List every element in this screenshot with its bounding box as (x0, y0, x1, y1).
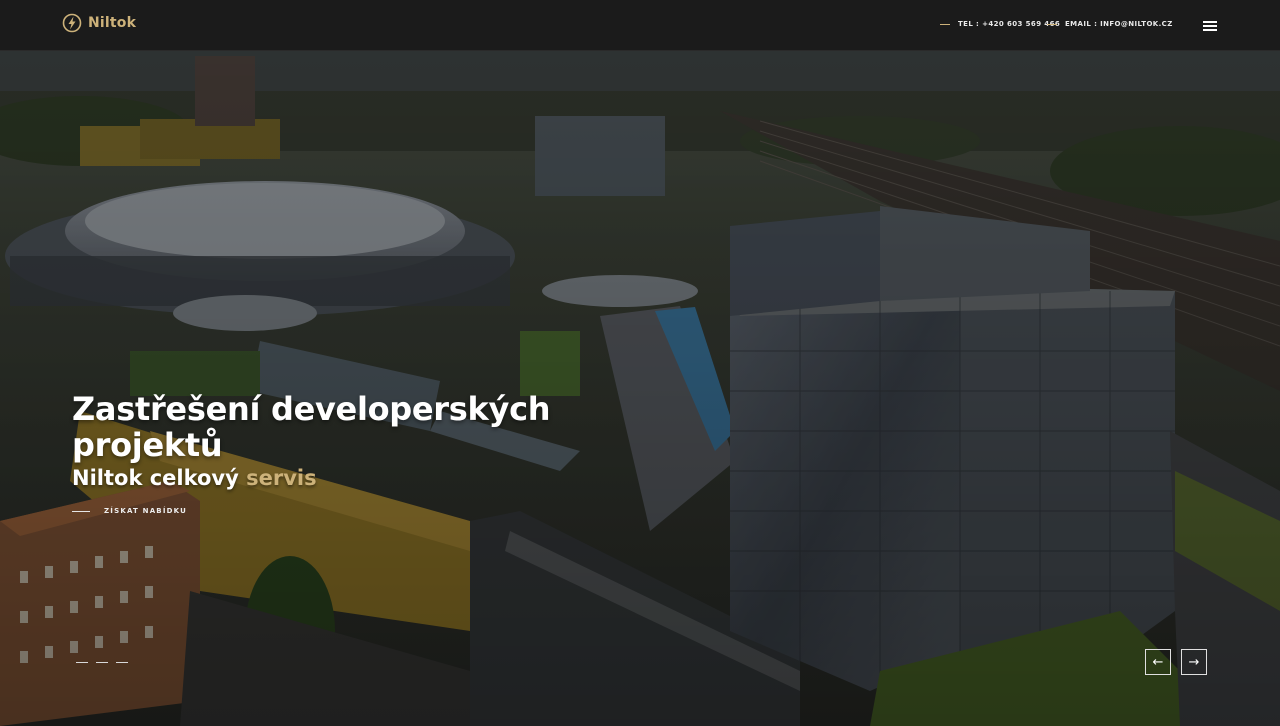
lightning-bolt-icon (62, 13, 82, 33)
slide-dot[interactable] (76, 662, 88, 663)
hero-subtitle: Niltok celkový servis (72, 466, 317, 490)
accent-dash (940, 23, 950, 25)
cta-label: ZÍSKAT NABÍDKU (104, 507, 188, 515)
contact-phone[interactable]: TEL : +420 603 569 466 (940, 20, 1060, 28)
arrow-right-icon: → (1188, 654, 1200, 670)
hero-dim-overlay (0, 51, 1280, 726)
hamburger-menu-icon[interactable] (1203, 21, 1217, 31)
previous-slide-button[interactable]: ← (1145, 649, 1171, 675)
slide-indicators (76, 662, 128, 663)
hero-subtitle-accent: servis (246, 466, 317, 490)
hero-slider: Zastřešení developerských projektů Nilto… (0, 51, 1280, 726)
accent-dash (1047, 23, 1057, 25)
get-offer-link[interactable]: ZÍSKAT NABÍDKU (72, 507, 187, 515)
next-slide-button[interactable]: → (1181, 649, 1207, 675)
top-navigation-bar: Niltok TEL : +420 603 569 466 EMAIL : IN… (0, 0, 1280, 51)
hero-subtitle-main: Niltok celkový (72, 466, 239, 490)
slide-dot[interactable] (116, 662, 128, 663)
hero-title: Zastřešení developerských projektů (72, 390, 551, 464)
slide-dot[interactable] (96, 662, 108, 663)
brand-logo[interactable]: Niltok (62, 13, 136, 33)
phone-text: TEL : +420 603 569 466 (958, 20, 1061, 28)
email-text: EMAIL : INFO@NILTOK.CZ (1065, 20, 1173, 28)
arrow-left-icon: ← (1152, 654, 1164, 670)
cta-line (72, 510, 90, 512)
brand-name: Niltok (88, 15, 137, 31)
contact-email[interactable]: EMAIL : INFO@NILTOK.CZ (1047, 20, 1173, 28)
